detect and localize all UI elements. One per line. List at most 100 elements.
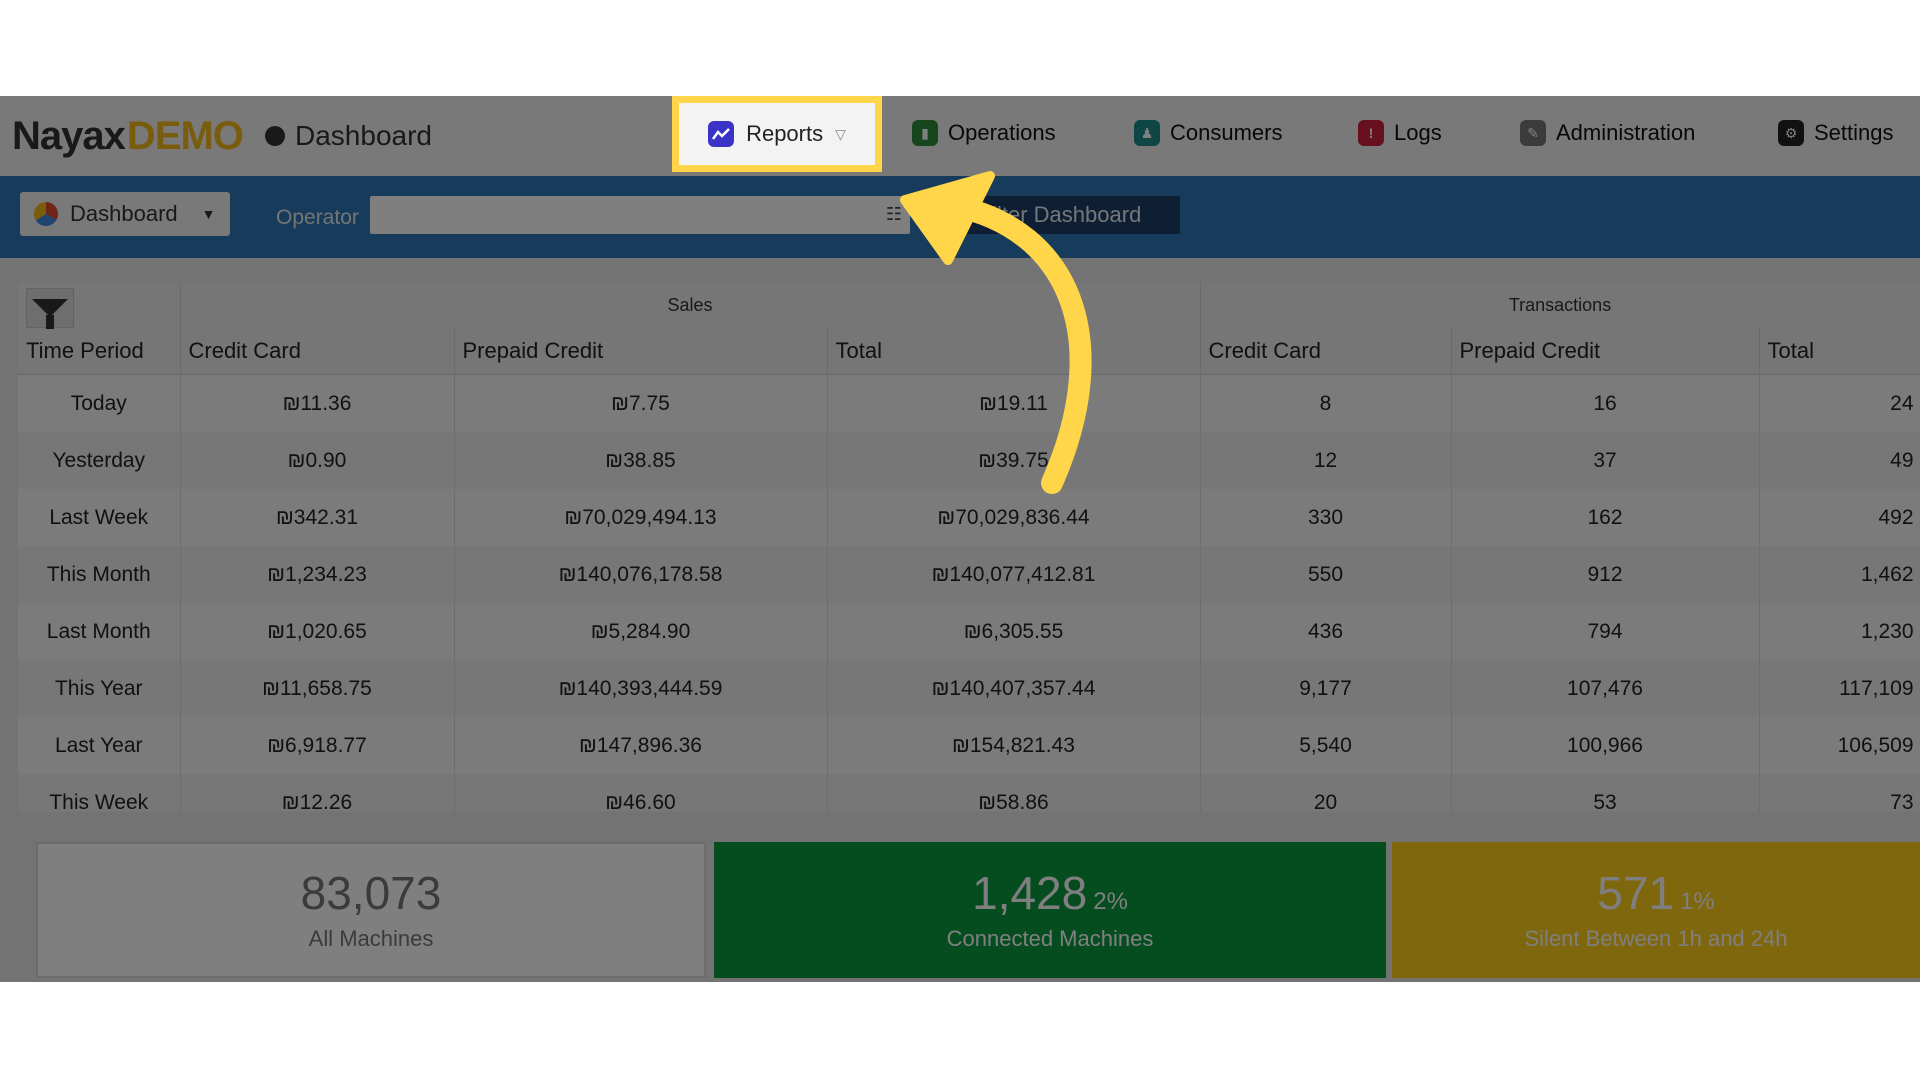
cell: 100,966 [1451,717,1760,774]
nav-administration-label: Administration [1556,120,1696,145]
col-tx-credit-card[interactable]: Credit Card [1200,328,1452,375]
group-transactions: Transactions [1200,282,1920,328]
group-sales: Sales [180,282,1201,328]
nav-consumers[interactable]: ♟ Consumers [1134,120,1282,146]
cell: 436 [1200,603,1452,660]
dashboard-dropdown-label: Dashboard [70,201,178,226]
nav-settings[interactable]: ⚙ Settings [1778,120,1894,146]
cell: ₪0.90 [180,432,455,489]
top-navigation: NayaxDEMO Dashboard Reports ▽ ▮ Operatio… [0,96,1920,176]
cell: ₪39.75 [827,432,1201,489]
card-label: Silent Between 1h and 24h [1524,926,1788,951]
cell: 1,462 [1759,546,1920,603]
cell: 53 [1451,774,1760,812]
cell: 912 [1451,546,1760,603]
app-window: NayaxDEMO Dashboard Reports ▽ ▮ Operatio… [0,96,1920,982]
cell: 9,177 [1200,660,1452,717]
cell: ₪1,020.65 [180,603,455,660]
cell: ₪140,076,178.58 [454,546,828,603]
nayax-logo[interactable]: NayaxDEMO [12,114,244,159]
cell: 49 [1759,432,1920,489]
cell: 162 [1451,489,1760,546]
cell: 20 [1200,774,1452,812]
logs-icon: ! [1358,120,1384,146]
caret-down-icon: ▼ [201,206,216,222]
card-value: 83,073 [300,867,442,919]
list-icon[interactable]: ☷ [886,204,902,225]
operations-icon: ▮ [912,120,938,146]
cell: ₪12.26 [180,774,455,812]
table-header-row: Time Period Credit Card Prepaid Credit T… [18,328,1920,375]
cell-period: Last Month [18,603,181,660]
nav-settings-label: Settings [1814,120,1894,145]
table-row: Today ₪11.36 ₪7.75 ₪19.11 8 16 24 [18,374,1920,432]
cell: ₪38.85 [454,432,828,489]
col-sales-total[interactable]: Total [827,328,1201,375]
cell: ₪140,407,357.44 [827,660,1201,717]
cell: ₪154,821.43 [827,717,1201,774]
cell: 8 [1200,374,1452,432]
cell: 794 [1451,603,1760,660]
cell: ₪5,284.90 [454,603,828,660]
cell: ₪58.86 [827,774,1201,812]
dashboard-table: Sales Transactions Time Period Credit Ca… [18,282,1920,812]
filter-dashboard-button[interactable]: Filter Dashboard [940,196,1180,234]
cell: ₪11,658.75 [180,660,455,717]
breadcrumb-label: Dashboard [295,120,432,151]
cell: 37 [1451,432,1760,489]
table-row: Last Month ₪1,020.65 ₪5,284.90 ₪6,305.55 436… [18,603,1920,660]
cell: ₪70,029,836.44 [827,489,1201,546]
table-row: Last Week ₪342.31 ₪70,029,494.13 ₪70,029,83… [18,489,1920,546]
table-row: This Year ₪11,658.75 ₪140,393,444.59 ₪140,4… [18,660,1920,717]
col-time-period[interactable]: Time Period [18,328,181,375]
cell: ₪1,234.23 [180,546,455,603]
col-sales-prepaid-credit[interactable]: Prepaid Credit [454,328,828,375]
card-percent: 1% [1680,888,1715,915]
cell-period: This Week [18,774,181,812]
cell-period: Yesterday [18,432,181,489]
filter-icon[interactable] [26,288,74,329]
cell: 550 [1200,546,1452,603]
cell: ₪46.60 [454,774,828,812]
dashboard-dropdown[interactable]: Dashboard ▼ [20,192,230,236]
cell-period: Last Year [18,717,181,774]
cell: 73 [1759,774,1920,812]
cell: 1,230 [1759,603,1920,660]
cell: 492 [1759,489,1920,546]
cell: 16 [1451,374,1760,432]
cell: 24 [1759,374,1920,432]
table-row: This Month ₪1,234.23 ₪140,076,178.58 ₪140,0… [18,546,1920,603]
cell-period: Last Week [18,489,181,546]
filter-bar: Dashboard ▼ Operator ☷ Filter Dashboard [0,176,1920,258]
col-tx-prepaid-credit[interactable]: Prepaid Credit [1451,328,1760,375]
cell: ₪11.36 [180,374,455,432]
cell: ₪6,305.55 [827,603,1201,660]
card-value: 571 [1597,867,1675,919]
cell: 117,109 [1759,660,1920,717]
col-tx-total[interactable]: Total [1759,328,1920,375]
cell: ₪6,918.77 [180,717,455,774]
card-all-machines[interactable]: 83,073 All Machines [36,842,706,978]
dashboard-icon [265,126,285,146]
card-silent-machines[interactable]: 571 1% Silent Between 1h and 24h [1392,842,1920,978]
table-row: Yesterday ₪0.90 ₪38.85 ₪39.75 12 37 49 [18,432,1920,489]
filter-cell [18,282,181,329]
cell: ₪140,393,444.59 [454,660,828,717]
card-label: Connected Machines [946,926,1154,951]
cell: ₪140,077,412.81 [827,546,1201,603]
cell: ₪342.31 [180,489,455,546]
cell: 12 [1200,432,1452,489]
card-connected-machines[interactable]: 1,428 2% Connected Machines [714,842,1386,978]
nav-logs[interactable]: ! Logs [1358,120,1442,146]
table-row: This Week ₪12.26 ₪46.60 ₪58.86 20 53 73 [18,774,1920,812]
card-percent: 2% [1093,888,1128,915]
col-sales-credit-card[interactable]: Credit Card [180,328,455,375]
nav-administration[interactable]: ✎ Administration [1520,120,1695,146]
cell: ₪19.11 [827,374,1201,432]
cell-period: Today [18,374,181,432]
operator-input[interactable]: ☷ [370,196,910,234]
cell: 5,540 [1200,717,1452,774]
nav-operations[interactable]: ▮ Operations [912,120,1056,146]
breadcrumb: Dashboard [265,120,432,152]
cell: 107,476 [1451,660,1760,717]
